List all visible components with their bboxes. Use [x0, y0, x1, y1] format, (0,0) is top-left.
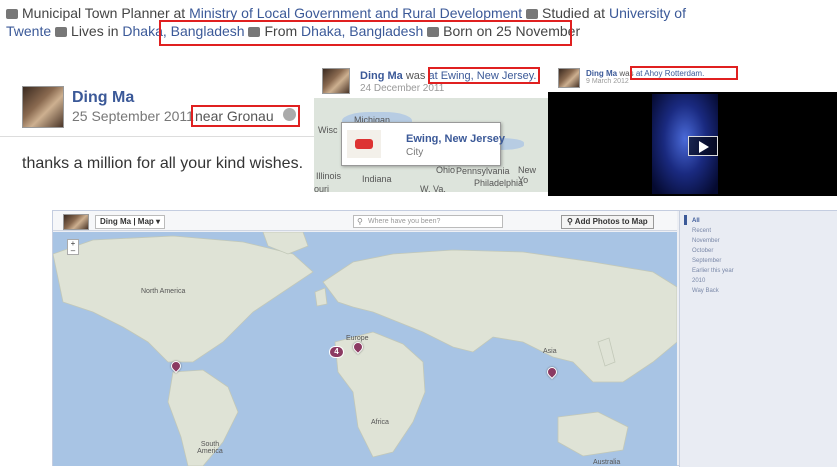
- continent-label: North America: [141, 288, 186, 295]
- birthday-icon: [427, 27, 440, 38]
- filter-november[interactable]: November: [692, 236, 734, 246]
- map-label: ouri: [314, 184, 330, 192]
- work-org-link[interactable]: Ministry of Local Government and Rural D…: [189, 5, 522, 21]
- zoom-in-label[interactable]: +: [71, 239, 76, 248]
- africa-shape: [334, 331, 426, 458]
- from-city-link[interactable]: Dhaka, Bangladesh: [301, 23, 423, 39]
- post-place[interactable]: near Gronau: [195, 108, 274, 124]
- filter-way-back[interactable]: Way Back: [692, 286, 734, 296]
- map-label: Indiana: [362, 174, 392, 184]
- map-label: W. Va.: [420, 184, 446, 192]
- map-label: Illinois: [316, 171, 342, 181]
- map-filter-list: All Recent November October September Ea…: [692, 216, 734, 296]
- add-photos-button[interactable]: ⚲ Add Photos to Map: [561, 215, 654, 229]
- checkin-1-verb: was: [405, 70, 426, 82]
- checkin-1-author[interactable]: Ding Ma: [360, 70, 403, 82]
- checkin-1-place-card[interactable]: Ewing, New Jersey City: [341, 122, 505, 166]
- zoom-control[interactable]: + –: [67, 239, 79, 255]
- post-text: thanks a million for all your kind wishe…: [22, 155, 304, 172]
- lives-icon: [55, 27, 68, 38]
- map-pin-cluster[interactable]: 4: [329, 346, 344, 358]
- checkin-2-video[interactable]: [548, 92, 837, 196]
- checkin-2-avatar[interactable]: [558, 68, 580, 88]
- world-map[interactable]: + – North America Europe Asia Africa Sout…: [53, 232, 677, 466]
- divider: [0, 136, 320, 137]
- checkin-2-line: Ding Ma was at Ahoy Rotterdam.: [586, 69, 704, 78]
- post-avatar[interactable]: [22, 86, 64, 128]
- checkin-2-verb: was: [619, 69, 634, 78]
- australia-shape: [557, 411, 629, 457]
- filter-september[interactable]: September: [692, 256, 734, 266]
- lives-prefix: Lives in: [71, 23, 119, 39]
- born-text: Born on 25 November: [443, 23, 581, 39]
- education-icon: [526, 9, 538, 20]
- where-search-input[interactable]: Where have you been?: [353, 215, 503, 228]
- checkin-1-line: Ding Ma was at Ewing, New Jersey.: [360, 70, 536, 82]
- map-label: Pennsylvania: [456, 166, 510, 176]
- checkin-2-location[interactable]: at Ahoy Rotterdam.: [636, 69, 704, 78]
- map-label: Wisc: [318, 125, 338, 135]
- continent-label: Asia: [543, 348, 557, 355]
- north-america-shape: [53, 235, 314, 363]
- place-card-title[interactable]: Ewing, New Jersey: [406, 133, 505, 145]
- lives-city-link[interactable]: Dhaka, Bangladesh: [122, 23, 244, 39]
- continent-label: Africa: [371, 419, 389, 426]
- post-author-link[interactable]: Ding Ma: [72, 89, 134, 107]
- continent-label: Australia: [593, 459, 621, 466]
- map-header: Ding Ma | Map ▾ Where have you been? ⚲ A…: [53, 211, 677, 231]
- add-photos-label: Add Photos to Map: [574, 217, 648, 226]
- post-date[interactable]: 25 September 2011: [72, 108, 194, 124]
- filter-2010[interactable]: 2010: [692, 276, 734, 286]
- filter-all[interactable]: All: [692, 216, 734, 226]
- from-prefix: From: [264, 23, 298, 39]
- map-header-author[interactable]: Ding Ma: [100, 217, 131, 226]
- profile-info: Municipal Town Planner at Ministry of Lo…: [6, 4, 686, 40]
- world-map-land: [53, 232, 677, 466]
- continent-label: South America: [197, 441, 223, 455]
- checkin-1-location[interactable]: at Ewing, New Jersey.: [428, 70, 536, 82]
- map-label: Ohio: [436, 165, 456, 175]
- globe-icon: [283, 108, 296, 121]
- place-mini-map: [347, 130, 381, 158]
- work-prefix: Municipal Town Planner at: [22, 5, 186, 21]
- map-view-label[interactable]: Map: [138, 217, 154, 226]
- checkin-1-avatar[interactable]: [322, 68, 350, 94]
- map-header-avatar[interactable]: [63, 214, 89, 230]
- checkin-1-date[interactable]: 24 December 2011: [360, 83, 444, 94]
- map-label: Philadelphia: [474, 178, 524, 188]
- checkin-2-author[interactable]: Ding Ma: [586, 69, 617, 78]
- play-icon[interactable]: [688, 136, 718, 156]
- filter-earlier-this-year[interactable]: Earlier this year: [692, 266, 734, 276]
- map-view-selector[interactable]: Ding Ma | Map ▾: [95, 215, 166, 229]
- filter-october[interactable]: October: [692, 246, 734, 256]
- uk-shape: [314, 287, 328, 307]
- map-filter-sidebar: All Recent November October September Ea…: [679, 211, 837, 467]
- home-icon: [248, 27, 261, 38]
- filter-recent[interactable]: Recent: [692, 226, 734, 236]
- work-icon: [6, 9, 18, 20]
- checkin-2-date[interactable]: 9 March 2012: [586, 78, 629, 85]
- studied-prefix: Studied at: [542, 5, 606, 21]
- pin-icon: ⚲: [567, 217, 573, 226]
- places-map-panel: Ding Ma | Map ▾ Where have you been? ⚲ A…: [52, 210, 837, 467]
- selected-indicator: [684, 215, 687, 225]
- place-card-subtitle: City: [406, 147, 424, 158]
